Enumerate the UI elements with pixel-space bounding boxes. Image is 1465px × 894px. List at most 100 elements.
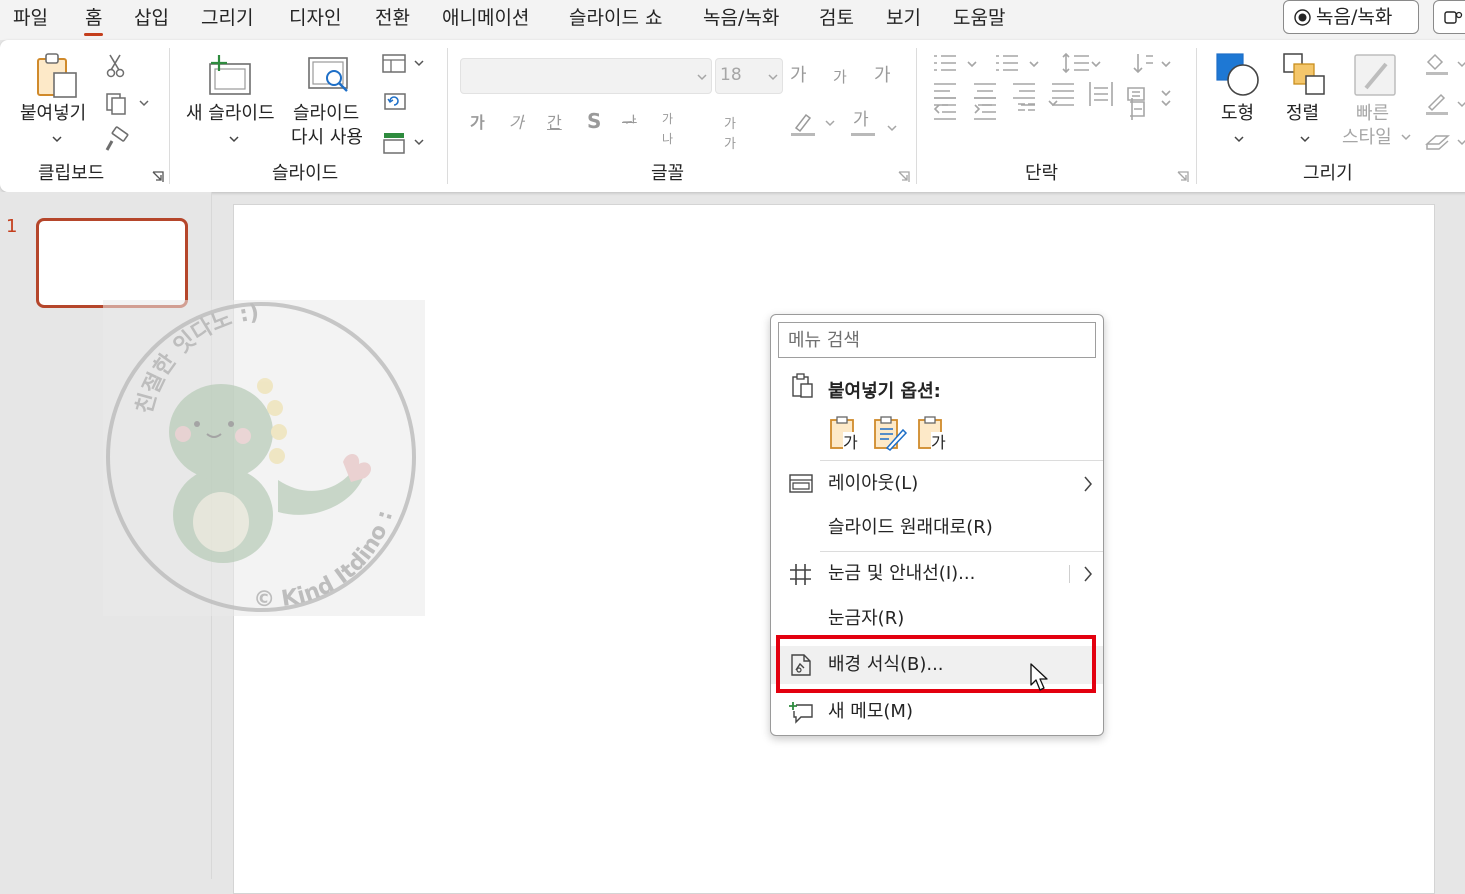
paste-destination-glyph: 가: [843, 433, 858, 452]
chevron-down-icon: [1234, 136, 1244, 143]
menu-item-layout[interactable]: 레이아웃(L): [771, 465, 1103, 503]
change-case-icon[interactable]: 가가: [724, 115, 736, 155]
menu-bar: 파일 홈 삽입 그리기 디자인 전환 애니메이션 슬라이드 쇼 녹음/녹화 검토…: [0, 0, 1465, 40]
clear-format-icon[interactable]: 가: [874, 66, 891, 86]
group-separator: [916, 48, 917, 184]
char-spacing-icon[interactable]: 가나: [662, 109, 673, 149]
group-label-paragraph: 단락: [1025, 163, 1059, 184]
chevron-down-icon: [1300, 136, 1310, 143]
ribbon: 붙여넣기 클립보드 새 슬라이드 슬라이드 다시 사용 슬라이드 18 가 가 …: [0, 40, 1465, 192]
paste-icon: [37, 53, 77, 98]
menu-item-ruler[interactable]: 눈금자(R): [771, 600, 1103, 638]
tab-design[interactable]: 디자인: [289, 5, 341, 31]
section-icon[interactable]: [382, 132, 428, 154]
arrange-label: 정렬: [1286, 103, 1320, 124]
teams-share-button[interactable]: [1433, 0, 1465, 34]
dialog-launcher-icon[interactable]: [1177, 171, 1189, 183]
menu-item-new-comment[interactable]: 새 메모(M): [771, 693, 1103, 731]
paste-button[interactable]: 붙여넣기: [14, 50, 98, 150]
dialog-launcher-icon[interactable]: [152, 171, 164, 183]
group-label-slides: 슬라이드: [272, 163, 339, 184]
font-name-box[interactable]: [460, 58, 712, 94]
shape-effects-icon[interactable]: [1424, 132, 1465, 154]
paste-use-destination-theme-button[interactable]: 가: [827, 415, 863, 453]
chevron-down-icon: [697, 74, 707, 81]
new-comment-icon: [789, 702, 813, 724]
bold-icon[interactable]: 가: [470, 113, 485, 133]
new-slide-label: 새 슬라이드: [186, 103, 275, 124]
menu-item-layout-label: 레이아웃(L): [828, 473, 919, 494]
tab-review[interactable]: 검토: [819, 5, 854, 31]
shadow-icon[interactable]: S: [587, 111, 601, 131]
dialog-launcher-icon[interactable]: [898, 171, 910, 183]
tab-transitions[interactable]: 전환: [375, 5, 410, 31]
chevron-down-icon: [229, 136, 239, 143]
menu-item-reset-slide-label: 슬라이드 원래대로(R): [828, 517, 993, 538]
tab-help[interactable]: 도움말: [953, 5, 1005, 31]
menu-item-reset-slide[interactable]: 슬라이드 원래대로(R): [771, 509, 1103, 547]
shapes-label: 도형: [1221, 103, 1255, 124]
chevron-right-icon: [1084, 476, 1092, 492]
layout-icon[interactable]: [382, 54, 428, 74]
tab-view[interactable]: 보기: [886, 5, 921, 31]
reuse-slides-label-2: 다시 사용: [291, 127, 363, 148]
arrange-button[interactable]: 정렬: [1276, 50, 1334, 150]
tab-slideshow[interactable]: 슬라이드 쇼: [569, 5, 662, 31]
reuse-slides-label-1: 슬라이드: [293, 103, 360, 124]
shapes-icon: [1216, 53, 1259, 96]
paragraph-controls-icon[interactable]: [932, 52, 1182, 172]
group-separator: [447, 48, 448, 184]
layout-icon: [789, 474, 813, 493]
underline-icon[interactable]: 간: [547, 113, 562, 133]
strikethrough-icon[interactable]: ᆉ: [622, 113, 637, 133]
quick-styles-icon: [1354, 54, 1396, 96]
tab-insert[interactable]: 삽입: [134, 5, 169, 31]
paste-options-label: 붙여넣기 옵션:: [828, 381, 941, 402]
quick-styles-label-2: 스타일: [1342, 127, 1392, 148]
format-painter-icon[interactable]: [104, 126, 130, 152]
tab-animations[interactable]: 애니메이션: [442, 5, 529, 31]
menu-search-input[interactable]: [778, 322, 1096, 358]
tab-draw[interactable]: 그리기: [201, 5, 253, 31]
paste-keep-source-formatting-button[interactable]: [871, 415, 908, 453]
grow-font-icon[interactable]: 가: [790, 66, 807, 86]
chevron-down-icon: [1401, 134, 1411, 141]
watermark: 친절한 잇다노 :) © Kind Itdino :): [98, 281, 425, 616]
tab-record[interactable]: 녹음/녹화: [703, 5, 779, 31]
paste-text-only-glyph: 가: [931, 433, 946, 452]
font-color-bar-icon: [851, 125, 897, 136]
paste-options-icon: [792, 373, 813, 398]
quick-styles-button[interactable]: 빠른 스타일: [1340, 50, 1414, 150]
record-button[interactable]: 녹음/녹화: [1283, 0, 1419, 34]
cut-icon[interactable]: [106, 54, 126, 78]
group-separator: [1196, 48, 1197, 184]
new-slide-button[interactable]: 새 슬라이드: [182, 50, 286, 150]
shape-outline-icon[interactable]: [1424, 92, 1465, 116]
teams-icon: [1444, 11, 1463, 24]
menu-separator: [820, 551, 1103, 552]
font-color-icon[interactable]: 가: [853, 110, 869, 130]
copy-icon[interactable]: [104, 92, 152, 116]
highlight-color-icon[interactable]: [790, 112, 835, 138]
shapes-button[interactable]: 도형: [1210, 50, 1268, 150]
reset-icon[interactable]: [382, 91, 408, 111]
record-button-label: 녹음/녹화: [1316, 6, 1393, 28]
group-label-clipboard: 클립보드: [38, 163, 105, 184]
reuse-slides-button[interactable]: 슬라이드 다시 사용: [289, 50, 371, 150]
slide-thumbnail[interactable]: [36, 218, 188, 308]
font-size-box[interactable]: 18: [715, 58, 783, 94]
tab-home[interactable]: 홈: [83, 5, 105, 36]
tab-file[interactable]: 파일: [13, 5, 48, 31]
group-separator: [169, 48, 170, 184]
record-icon: [1294, 9, 1311, 26]
paste-keep-source-icon: [874, 416, 908, 451]
shape-fill-icon[interactable]: [1424, 52, 1465, 76]
shrink-font-icon[interactable]: 가: [833, 67, 847, 87]
chevron-down-icon: [768, 74, 778, 81]
italic-icon[interactable]: 가: [509, 113, 524, 133]
paste-keep-text-only-button[interactable]: 가: [915, 415, 951, 453]
menu-item-grid-label: 눈금 및 안내선(I)...: [828, 563, 976, 584]
new-slide-icon: [209, 55, 251, 95]
menu-item-grid-and-guides[interactable]: 눈금 및 안내선(I)...: [771, 555, 1103, 593]
arrange-icon: [1283, 53, 1325, 95]
